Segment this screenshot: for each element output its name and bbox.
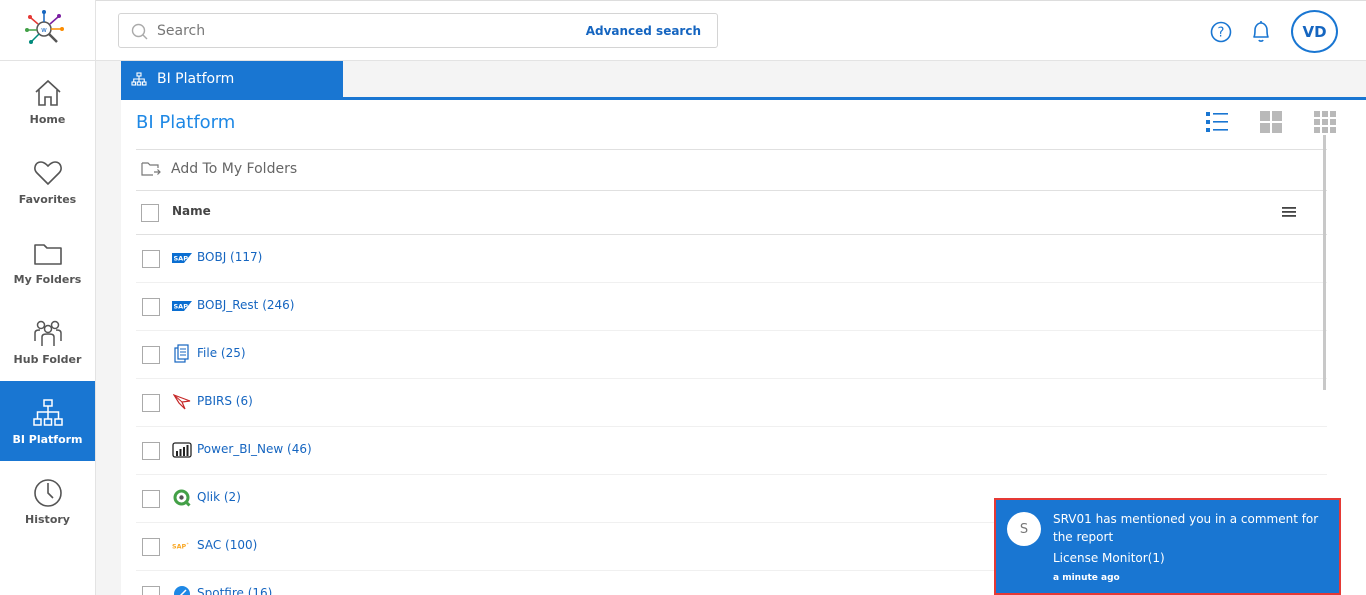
toast-timestamp: a minute ago (1053, 573, 1120, 583)
toast-report-link[interactable]: License Monitor(1) (1053, 551, 1165, 565)
file-icon (172, 344, 192, 363)
folder-add-icon (141, 162, 161, 176)
row-label[interactable]: Qlik (2) (197, 490, 241, 504)
add-to-my-folders-button[interactable]: Add To My Folders (141, 161, 297, 177)
sac-icon: SAP * (172, 537, 192, 555)
nav-label: Home (29, 112, 66, 126)
hierarchy-icon (131, 72, 147, 86)
nav-label: My Folders (13, 272, 82, 286)
grid-view-icon[interactable] (1260, 111, 1282, 133)
sap-icon: SAP (172, 297, 192, 315)
toast-message: SRV01 has mentioned you in a comment for… (1053, 512, 1319, 544)
row-checkbox[interactable] (142, 538, 160, 556)
clock-icon (33, 478, 62, 507)
divider (136, 149, 1327, 150)
row-label[interactable]: File (25) (197, 346, 246, 360)
select-all-checkbox[interactable] (141, 204, 159, 222)
svg-text:SAP: SAP (174, 255, 189, 263)
row-checkbox[interactable] (142, 346, 160, 364)
svg-text:SAP: SAP (174, 303, 189, 311)
spotfire-icon (172, 585, 192, 595)
row-checkbox[interactable] (142, 586, 160, 595)
table-row[interactable]: Power_BI_New (46) (136, 427, 1327, 475)
home-icon (34, 79, 61, 106)
people-icon (33, 320, 62, 346)
list-view-icon[interactable] (1206, 111, 1228, 133)
search-box: Advanced search (118, 13, 718, 48)
table-row[interactable]: File (25) (136, 331, 1327, 379)
row-label[interactable]: Power_BI_New (46) (197, 442, 312, 456)
svg-text:?: ? (1218, 26, 1225, 41)
nav-label: Favorites (18, 192, 77, 206)
search-icon (131, 23, 148, 40)
toast-avatar: S (1007, 512, 1041, 546)
nav-label: BI Platform (12, 432, 83, 446)
table-row[interactable]: SAP BOBJ (117) (136, 235, 1327, 283)
add-to-folders-label: Add To My Folders (171, 161, 298, 177)
column-menu-icon[interactable] (1281, 205, 1297, 218)
row-label[interactable]: BOBJ (117) (197, 250, 262, 264)
nav-label: History (25, 512, 70, 526)
row-checkbox[interactable] (142, 394, 160, 412)
table-row[interactable]: PBIRS (6) (136, 379, 1327, 427)
nav-item-my-folders[interactable]: My Folders (0, 221, 95, 301)
nav-label: Hub Folder (13, 352, 82, 366)
row-label[interactable]: Spotfire (16) (197, 586, 272, 595)
notification-toast[interactable]: S SRV01 has mentioned you in a comment f… (994, 498, 1341, 595)
row-checkbox[interactable] (142, 298, 160, 316)
row-label[interactable]: PBIRS (6) (197, 394, 253, 408)
help-icon[interactable]: ? (1210, 21, 1232, 43)
user-avatar[interactable]: VD (1291, 10, 1338, 53)
folder-icon (33, 243, 62, 265)
qlik-icon (172, 489, 192, 507)
row-checkbox[interactable] (142, 442, 160, 460)
heart-icon (33, 160, 62, 185)
row-checkbox[interactable] (142, 490, 160, 508)
svg-text:SAP: SAP (172, 544, 187, 551)
tab-label: BI Platform (157, 71, 235, 87)
nav-item-history[interactable]: History (0, 461, 95, 541)
bell-icon[interactable] (1250, 20, 1272, 44)
search-input[interactable] (157, 20, 577, 42)
top-bar: Advanced search ? VD (96, 0, 1366, 61)
app-logo[interactable]: w (0, 0, 95, 61)
row-checkbox[interactable] (142, 250, 160, 268)
nav-item-bi-platform[interactable]: BI Platform (0, 381, 95, 461)
nav-item-home[interactable]: Home (0, 61, 95, 141)
powerbi-icon (172, 441, 192, 459)
svg-text:w: w (41, 26, 47, 34)
column-header-name[interactable]: Name (172, 204, 211, 218)
pbirs-icon (172, 393, 192, 411)
tab-strip: BI Platform (121, 61, 1366, 100)
left-nav: w Home Favorites My Folders Hub Folder B… (0, 0, 96, 595)
hierarchy-icon (32, 398, 63, 426)
list-scrollbar[interactable] (1323, 135, 1326, 390)
table-header: Name (136, 191, 1327, 235)
tile-view-icon[interactable] (1314, 111, 1336, 133)
sap-icon: SAP (172, 249, 192, 267)
nav-item-favorites[interactable]: Favorites (0, 141, 95, 221)
row-label[interactable]: BOBJ_Rest (246) (197, 298, 294, 312)
table-row[interactable]: SAP BOBJ_Rest (246) (136, 283, 1327, 331)
tab-bi-platform[interactable]: BI Platform (121, 61, 343, 97)
advanced-search-link[interactable]: Advanced search (586, 24, 701, 38)
svg-text:*: * (187, 542, 190, 548)
row-label[interactable]: SAC (100) (197, 538, 257, 552)
nav-item-hub-folder[interactable]: Hub Folder (0, 301, 95, 381)
view-switcher (1206, 111, 1336, 133)
page-title: BI Platform (136, 112, 236, 133)
